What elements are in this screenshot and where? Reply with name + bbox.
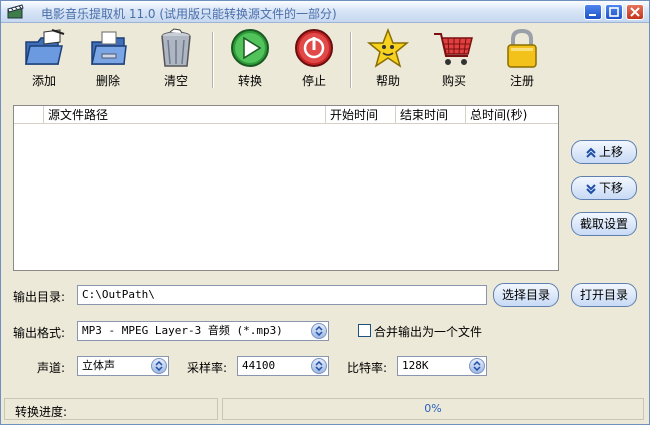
column-end-time[interactable]: 结束时间 xyxy=(396,106,466,124)
output-format-value: MP3 - MPEG Layer-3 音频 (*.mp3) xyxy=(82,324,283,337)
updown-chevron-icon[interactable] xyxy=(311,323,327,339)
open-dir-button[interactable]: 打开目录 xyxy=(571,283,637,307)
lock-icon xyxy=(507,28,537,68)
channel-label: 声道: xyxy=(37,361,66,375)
conversion-progress-bar: 0% xyxy=(222,398,644,420)
updown-chevron-icon[interactable] xyxy=(311,358,327,374)
recycle-bin-icon xyxy=(161,28,191,67)
sample-rate-select[interactable]: 44100 xyxy=(237,356,329,376)
stop-button[interactable]: 停止 xyxy=(286,28,342,94)
help-label: 帮助 xyxy=(375,74,400,88)
add-button[interactable]: 添加 xyxy=(16,28,72,94)
clear-label: 清空 xyxy=(163,74,188,88)
star-icon xyxy=(366,28,410,68)
sample-rate-value: 44100 xyxy=(242,359,276,372)
sample-rate-label: 采样率: xyxy=(187,361,228,375)
choose-dir-button[interactable]: 选择目录 xyxy=(493,283,559,307)
list-header: 源文件路径 开始时间 结束时间 总时间(秒) xyxy=(14,106,558,124)
delete-label: 删除 xyxy=(95,74,120,88)
move-up-button[interactable]: 上移 xyxy=(571,140,637,164)
channel-value: 立体声 xyxy=(82,359,115,372)
move-up-label: 上移 xyxy=(598,145,623,159)
stop-label: 停止 xyxy=(301,74,326,88)
bitrate-label: 比特率: xyxy=(347,361,388,375)
buy-label: 购买 xyxy=(441,74,466,88)
play-icon xyxy=(231,29,269,67)
convert-label: 转换 xyxy=(237,74,262,88)
delete-folder-icon xyxy=(91,31,127,65)
list-header-blank xyxy=(14,106,44,124)
updown-chevron-icon[interactable] xyxy=(469,358,485,374)
updown-chevron-icon[interactable] xyxy=(151,358,167,374)
status-bar: 转换进度: 0% xyxy=(2,398,648,424)
toolbar-separator xyxy=(350,32,352,88)
clear-button[interactable]: 清空 xyxy=(148,28,204,94)
column-total-time[interactable]: 总时间(秒) xyxy=(466,106,558,124)
status-pane: 转换进度: xyxy=(4,398,218,420)
trim-settings-button[interactable]: 截取设置 xyxy=(571,212,637,236)
output-format-label: 输出格式: xyxy=(13,326,66,340)
window-title: 电影音乐提取机 11.0 (试用版只能转换源文件的一部分) xyxy=(41,7,337,21)
register-button[interactable]: 注册 xyxy=(494,28,550,94)
convert-button[interactable]: 转换 xyxy=(222,28,278,94)
merge-output-label[interactable]: 合并输出为一个文件 xyxy=(374,323,482,340)
channel-select[interactable]: 立体声 xyxy=(77,356,169,376)
close-button[interactable] xyxy=(626,4,644,20)
add-folder-icon xyxy=(25,29,65,65)
delete-button[interactable]: 删除 xyxy=(80,28,136,94)
progress-label: 转换进度: xyxy=(15,405,68,419)
title-bar[interactable]: 电影音乐提取机 11.0 (试用版只能转换源文件的一部分) xyxy=(1,1,649,23)
toolbar: 添加 删除 清空 转换 停止 帮助 购买 注册 xyxy=(2,24,648,96)
maximize-button[interactable] xyxy=(605,4,623,20)
bitrate-value: 128K xyxy=(402,359,429,372)
stop-icon xyxy=(295,29,333,67)
output-format-select[interactable]: MP3 - MPEG Layer-3 音频 (*.mp3) xyxy=(77,321,329,341)
move-down-label: 下移 xyxy=(598,181,623,195)
progress-text: 0% xyxy=(424,402,442,415)
bitrate-select[interactable]: 128K xyxy=(397,356,487,376)
move-down-button[interactable]: 下移 xyxy=(571,176,637,200)
minimize-button[interactable] xyxy=(584,4,602,20)
output-dir-input[interactable]: C:\OutPath\ xyxy=(77,285,487,305)
source-file-list[interactable]: 源文件路径 开始时间 结束时间 总时间(秒) xyxy=(13,105,559,271)
double-chevron-down-icon xyxy=(586,183,596,194)
app-window: 电影音乐提取机 11.0 (试用版只能转换源文件的一部分) 添加 删除 清空 转… xyxy=(0,0,650,425)
column-start-time[interactable]: 开始时间 xyxy=(326,106,396,124)
double-chevron-up-icon xyxy=(586,147,596,158)
shopping-cart-icon xyxy=(434,33,473,65)
column-source-path[interactable]: 源文件路径 xyxy=(44,106,326,124)
merge-output-checkbox[interactable] xyxy=(358,324,371,337)
add-label: 添加 xyxy=(31,74,56,88)
output-dir-label: 输出目录: xyxy=(13,290,66,304)
help-button[interactable]: 帮助 xyxy=(360,28,416,94)
buy-button[interactable]: 购买 xyxy=(426,28,482,94)
register-label: 注册 xyxy=(509,74,534,88)
app-logo-icon xyxy=(7,4,25,20)
toolbar-separator xyxy=(212,32,214,88)
